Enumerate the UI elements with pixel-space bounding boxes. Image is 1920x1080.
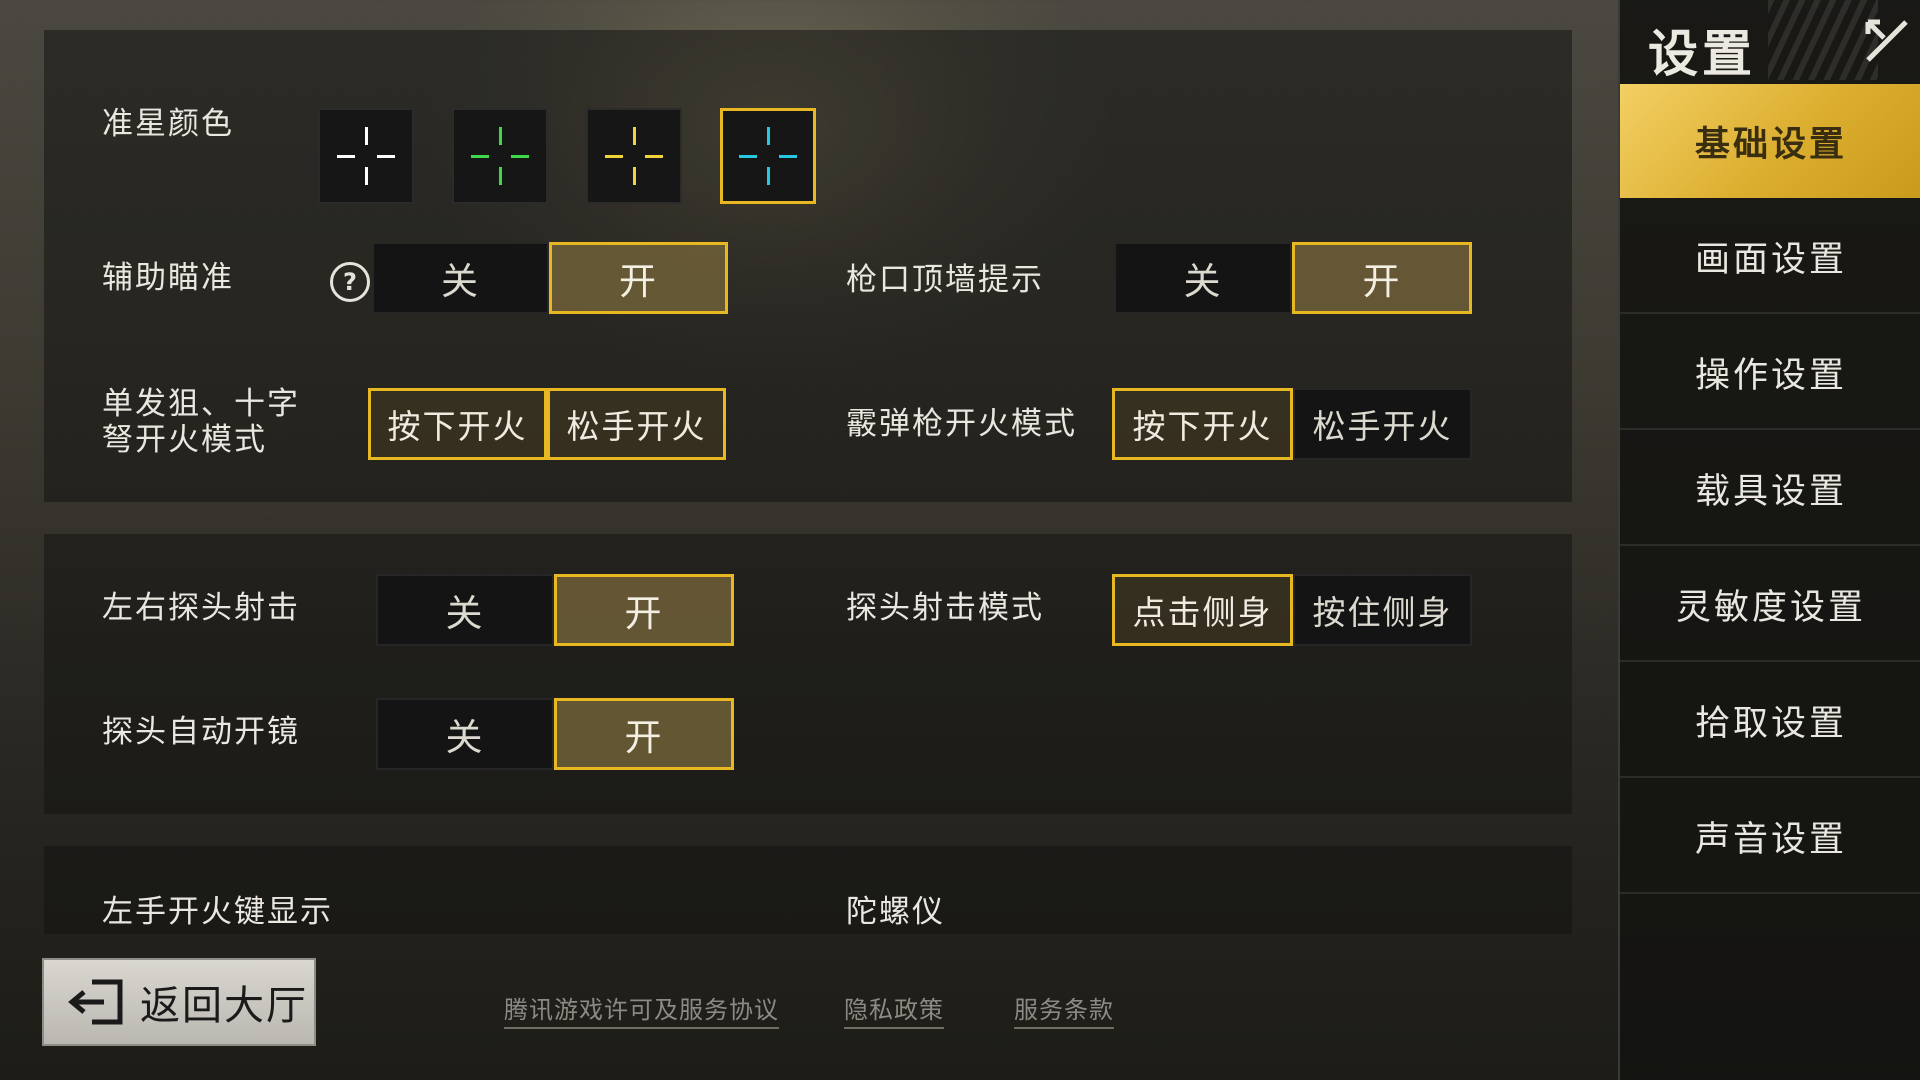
peek-mode-tap[interactable]: 点击侧身 [1112,574,1293,646]
sidebar-item-audio[interactable]: 声音设置 [1620,780,1920,894]
shotgun-press-fire[interactable]: 按下开火 [1112,388,1293,460]
sidebar-item-controls[interactable]: 操作设置 [1620,316,1920,430]
sidebar-item-basic[interactable]: 基础设置 [1620,84,1920,198]
peek-mode-toggle: 点击侧身 按住侧身 [1112,574,1472,646]
settings-panel-misc: 左手开火键显示 陀螺仪 [44,846,1572,934]
peek-auto-scope-toggle: 关 开 [376,698,734,770]
crosshair-color-label: 准星颜色 [102,106,234,142]
aim-assist-label: 辅助瞄准 [102,260,234,296]
crosshair-color-cyan[interactable] [720,108,816,204]
sidebar-item-pickup[interactable]: 拾取设置 [1620,664,1920,778]
muzzle-wall-hint-on[interactable]: 开 [1292,242,1472,314]
shotgun-fire-mode-label: 霰弹枪开火模式 [846,406,1077,442]
footer-link-terms[interactable]: 服务条款 [1014,990,1114,1029]
sniper-fire-mode-label: 单发狙、十字弩开火模式 [102,386,300,458]
peek-fire-label: 左右探头射击 [102,590,300,626]
peek-fire-on[interactable]: 开 [554,574,734,646]
peek-mode-hold[interactable]: 按住侧身 [1293,574,1472,646]
shotgun-fire-mode-toggle: 按下开火 松手开火 [1112,388,1472,460]
sidebar-item-vehicle[interactable]: 载具设置 [1620,432,1920,546]
muzzle-wall-hint-label: 枪口顶墙提示 [846,262,1044,298]
muzzle-wall-hint-off[interactable]: 关 [1114,242,1292,314]
sidebar-title: 设置 [1648,25,1756,83]
left-fire-button-label: 左手开火键显示 [102,894,333,930]
shotgun-release-fire[interactable]: 松手开火 [1293,388,1472,460]
close-icon[interactable] [1858,12,1916,70]
peek-mode-label: 探头射击模式 [846,590,1044,626]
back-to-lobby-button[interactable]: 返回大厅 [42,958,316,1046]
sniper-release-fire[interactable]: 松手开火 [547,388,726,460]
peek-auto-scope-on[interactable]: 开 [554,698,734,770]
gyroscope-label: 陀螺仪 [846,894,945,930]
footer-link-license[interactable]: 腾讯游戏许可及服务协议 [504,990,779,1029]
sidebar-item-sensitivity[interactable]: 灵敏度设置 [1620,548,1920,662]
muzzle-wall-hint-toggle: 关 开 [1114,242,1472,314]
peek-auto-scope-off[interactable]: 关 [376,698,554,770]
peek-fire-off[interactable]: 关 [376,574,554,646]
settings-sidebar: 设置 基础设置 画面设置 操作设置 载具设置 灵敏度设置 拾取设置 声音设置 [1618,0,1920,1080]
help-icon[interactable]: ? [330,262,370,302]
sidebar-item-graphics[interactable]: 画面设置 [1620,200,1920,314]
exit-door-icon [68,979,123,1025]
crosshair-color-yellow[interactable] [586,108,682,204]
aim-assist-on[interactable]: 开 [549,242,728,314]
crosshair-color-white[interactable] [318,108,414,204]
peek-auto-scope-label: 探头自动开镜 [102,714,300,750]
back-to-lobby-label: 返回大厅 [140,983,308,1029]
aim-assist-off[interactable]: 关 [372,242,549,314]
settings-panel-peek: 左右探头射击 关 开 探头射击模式 点击侧身 按住侧身 探头自动开镜 关 开 [44,534,1572,814]
footer-link-privacy[interactable]: 隐私政策 [844,990,944,1029]
sniper-press-fire[interactable]: 按下开火 [368,388,547,460]
crosshair-color-green[interactable] [452,108,548,204]
peek-fire-toggle: 关 开 [376,574,734,646]
aim-assist-toggle: 关 开 [372,242,728,314]
settings-panel-fire: 准星颜色 辅助瞄准 ? 关 开 枪口顶墙提示 关 开 单发狙、十字弩开火模式 按… [44,30,1572,502]
sniper-fire-mode-toggle: 按下开火 松手开火 [368,388,726,460]
